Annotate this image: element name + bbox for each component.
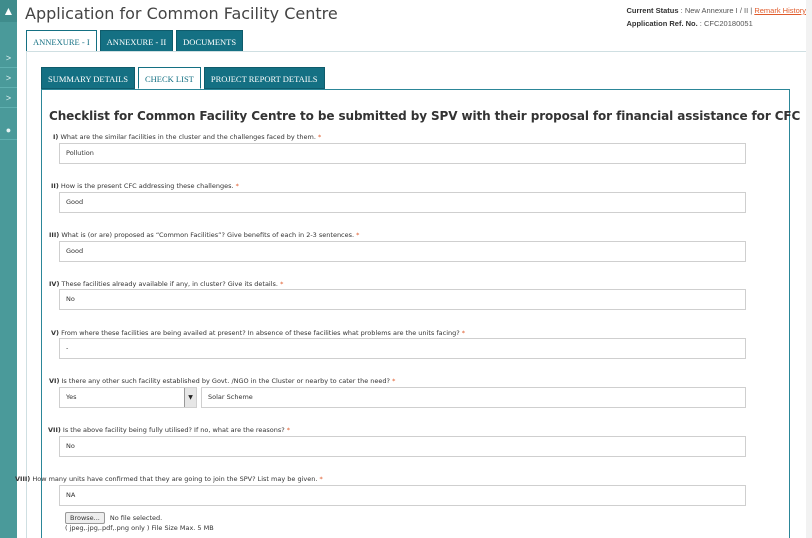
question-label: V) From where these facilities are being… — [51, 329, 465, 337]
required-mark: * — [235, 182, 239, 190]
question-label: III) What is (or are) proposed as “Commo… — [49, 231, 359, 239]
question-number: I) — [53, 133, 59, 141]
question-label: IV) These facilities already available i… — [49, 280, 283, 288]
main-content: Application for Common Facility Centre C… — [15, 0, 812, 538]
ref-line: Application Ref. No. : CFC20180051 — [626, 17, 806, 30]
file-status: No file selected. — [109, 514, 163, 522]
sidebar-expand-item-1[interactable]: > — [0, 48, 17, 68]
tab-check-list[interactable]: CHECK LIST — [138, 67, 201, 89]
sidebar-item-active[interactable]: ● — [0, 120, 17, 140]
required-mark: * — [356, 231, 360, 239]
select-value: Yes — [66, 393, 77, 401]
question-text: What is (or are) proposed as “Common Fac… — [61, 231, 355, 239]
logo-icon: ▲ — [0, 0, 17, 22]
question-number: VII) — [48, 426, 61, 434]
answer-field-8[interactable]: NA — [59, 485, 746, 506]
question-number: VIII) — [15, 475, 31, 483]
checklist-heading: Checklist for Common Facility Centre to … — [49, 109, 801, 123]
question-number: VI) — [49, 377, 60, 385]
answer-field-2[interactable]: Good — [59, 192, 746, 213]
answer-field-5[interactable]: - — [59, 338, 746, 359]
question-label: VI) Is there any other such facility est… — [49, 377, 395, 385]
ref-value: : CFC20180051 — [697, 19, 753, 28]
page-title: Application for Common Facility Centre — [25, 4, 338, 23]
required-mark: * — [461, 329, 466, 337]
answer-field-6[interactable]: Solar Scheme — [201, 387, 746, 408]
browse-button[interactable]: Browse... — [65, 512, 105, 524]
main-tabs: ANNEXURE - I ANNEXURE - II DOCUMENTS — [26, 30, 246, 52]
question-label: II) How is the present CFC addressing th… — [51, 182, 239, 190]
answer-field-3[interactable]: Good — [59, 241, 746, 262]
sub-tabs: SUMMARY DETAILS CHECK LIST PROJECT REPOR… — [41, 67, 328, 89]
question-label: VII) Is the above facility being fully u… — [48, 426, 290, 434]
question-label: VIII) How many units have confirmed that… — [15, 475, 323, 483]
answer-field-7[interactable]: No — [59, 436, 746, 457]
scrollbar[interactable] — [806, 0, 812, 538]
question-text: Is the above facility being fully utilis… — [62, 426, 285, 434]
tab-annexure-2[interactable]: ANNEXURE - II — [99, 30, 174, 52]
status-block: Current Status : New Annexure I / II | R… — [626, 4, 806, 30]
question-label: I) What are the similar facilities in th… — [53, 133, 321, 141]
tab-documents[interactable]: DOCUMENTS — [176, 30, 244, 52]
required-mark: * — [317, 133, 322, 141]
answer-field-4[interactable]: No — [59, 289, 746, 310]
facility-exists-select[interactable]: Yes ▼ — [59, 387, 197, 408]
status-value: : New Annexure I / II | — [678, 6, 753, 15]
question-number: III) — [49, 231, 60, 239]
required-mark: * — [319, 475, 323, 483]
question-text: How many units have confirmed that they … — [32, 475, 318, 483]
tab-summary-details[interactable]: SUMMARY DETAILS — [41, 67, 135, 89]
remark-history-link[interactable]: Remark History — [754, 6, 806, 15]
tab-project-report-details[interactable]: PROJECT REPORT DETAILS — [203, 67, 325, 89]
status-label: Current Status — [626, 6, 679, 15]
sidebar-expand-item-3[interactable]: > — [0, 88, 17, 108]
question-number: V) — [51, 329, 60, 337]
sidebar: ▲ > > > ● — [0, 0, 17, 538]
required-mark: * — [392, 377, 396, 385]
status-line: Current Status : New Annexure I / II | R… — [626, 4, 806, 17]
question-text: How is the present CFC addressing these … — [60, 182, 234, 190]
sidebar-expand-item-2[interactable]: > — [0, 68, 17, 88]
question-text: Is there any other such facility establi… — [61, 377, 390, 385]
file-upload: Browse... No file selected. — [65, 512, 162, 524]
required-mark: * — [286, 426, 291, 434]
ref-label: Application Ref. No. — [626, 19, 698, 28]
question-text: From where these facilities are being av… — [61, 329, 460, 337]
question-text: What are the similar facilities in the c… — [60, 133, 316, 141]
required-mark: * — [280, 280, 284, 288]
question-text: These facilities already available if an… — [61, 280, 279, 288]
question-number: II) — [51, 182, 59, 190]
answer-field-1[interactable]: Pollution — [59, 143, 746, 164]
dropdown-arrow-icon[interactable]: ▼ — [184, 388, 196, 407]
upload-hint: ( jpeg,.jpg,.pdf,.png only ) File Size M… — [65, 524, 214, 532]
question-number: IV) — [49, 280, 60, 288]
tab-annexure-1[interactable]: ANNEXURE - I — [26, 30, 97, 52]
